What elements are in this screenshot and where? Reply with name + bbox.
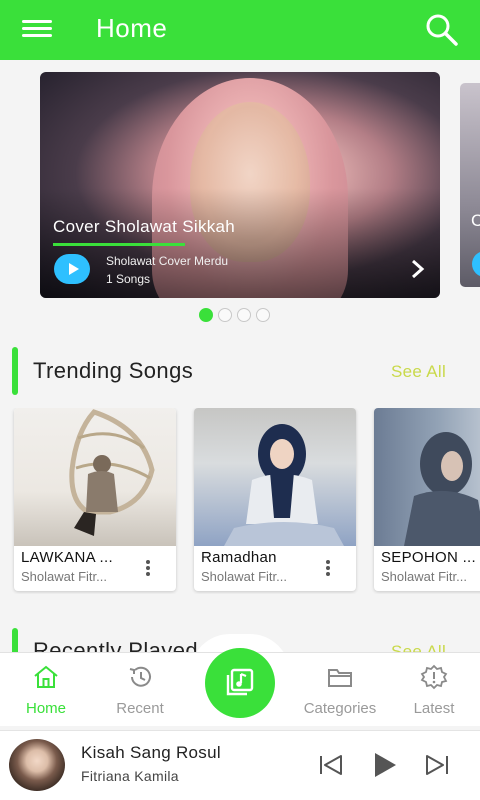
song-card[interactable]: SEPOHON ... Sholawat Fitr... bbox=[374, 408, 480, 591]
track-artist: Fitriana Kamila bbox=[81, 768, 179, 784]
nav-label-categories: Categories bbox=[303, 700, 377, 717]
song-artist: Sholawat Fitr... bbox=[381, 569, 467, 584]
page-title: Home bbox=[96, 13, 168, 43]
song-card[interactable]: Ramadhan Sholawat Fitr... bbox=[194, 408, 356, 591]
mini-player[interactable] bbox=[0, 730, 480, 800]
carousel-dot[interactable] bbox=[256, 308, 270, 322]
carousel-dot[interactable] bbox=[237, 308, 251, 322]
skip-next-icon[interactable] bbox=[422, 750, 452, 780]
play-icon[interactable] bbox=[369, 750, 399, 780]
carousel-indicator bbox=[199, 308, 270, 322]
trending-songs-list: LAWKANA ... Sholawat Fitr... Ramadhan Sh… bbox=[0, 408, 480, 594]
section-accent-bar bbox=[12, 347, 18, 395]
music-library-icon bbox=[226, 668, 254, 696]
next-banner-peek[interactable]: C bbox=[460, 83, 480, 287]
song-thumbnail bbox=[194, 408, 356, 546]
latest-icon bbox=[420, 664, 448, 690]
song-thumbnail bbox=[374, 408, 480, 546]
next-banner-title: C bbox=[471, 211, 480, 230]
nav-label-recent: Recent bbox=[116, 700, 164, 717]
song-artist: Sholawat Fitr... bbox=[21, 569, 107, 584]
section-title-trending: Trending Songs bbox=[33, 358, 194, 383]
carousel-dot[interactable] bbox=[199, 308, 213, 322]
more-vert-icon[interactable] bbox=[140, 558, 156, 580]
folder-icon bbox=[328, 669, 352, 687]
menu-icon[interactable] bbox=[22, 16, 52, 42]
skip-previous-icon[interactable] bbox=[316, 750, 346, 780]
featured-banner[interactable]: Cover Sholawat Sikkah Sholawat Cover Mer… bbox=[40, 72, 440, 298]
carousel-dot[interactable] bbox=[218, 308, 232, 322]
see-all-trending-link[interactable]: See All bbox=[391, 362, 446, 382]
banner-title: Cover Sholawat Sikkah bbox=[53, 217, 236, 236]
nav-label-latest: Latest bbox=[413, 700, 455, 717]
song-thumbnail bbox=[14, 408, 176, 546]
chevron-right-icon[interactable] bbox=[406, 258, 428, 280]
nav-item-latest[interactable]: Latest bbox=[392, 664, 476, 717]
home-icon bbox=[34, 665, 58, 688]
search-icon[interactable] bbox=[424, 12, 460, 48]
banner-underline bbox=[53, 243, 185, 246]
more-vert-icon[interactable] bbox=[320, 558, 336, 580]
nav-label-home: Home bbox=[25, 700, 66, 717]
history-icon bbox=[129, 666, 151, 687]
song-title: LAWKANA ... bbox=[21, 549, 113, 566]
banner-subtitle: Sholawat Cover Merdu bbox=[106, 254, 229, 268]
nav-item-categories[interactable]: Categories bbox=[298, 664, 382, 717]
nav-item-home[interactable]: Home bbox=[4, 664, 88, 717]
track-artwork bbox=[9, 739, 65, 791]
nav-item-recent[interactable]: Recent bbox=[98, 664, 182, 717]
song-title: Ramadhan bbox=[201, 549, 277, 566]
banner-song-count: 1 Songs bbox=[106, 272, 151, 286]
app-bar: Home bbox=[0, 0, 480, 60]
track-title: Kisah Sang Rosul bbox=[81, 743, 221, 762]
music-library-button[interactable] bbox=[205, 648, 275, 718]
banner-play-button[interactable] bbox=[54, 254, 90, 284]
song-title: SEPOHON ... bbox=[381, 549, 476, 566]
song-artist: Sholawat Fitr... bbox=[201, 569, 287, 584]
song-card[interactable]: LAWKANA ... Sholawat Fitr... bbox=[14, 408, 176, 591]
